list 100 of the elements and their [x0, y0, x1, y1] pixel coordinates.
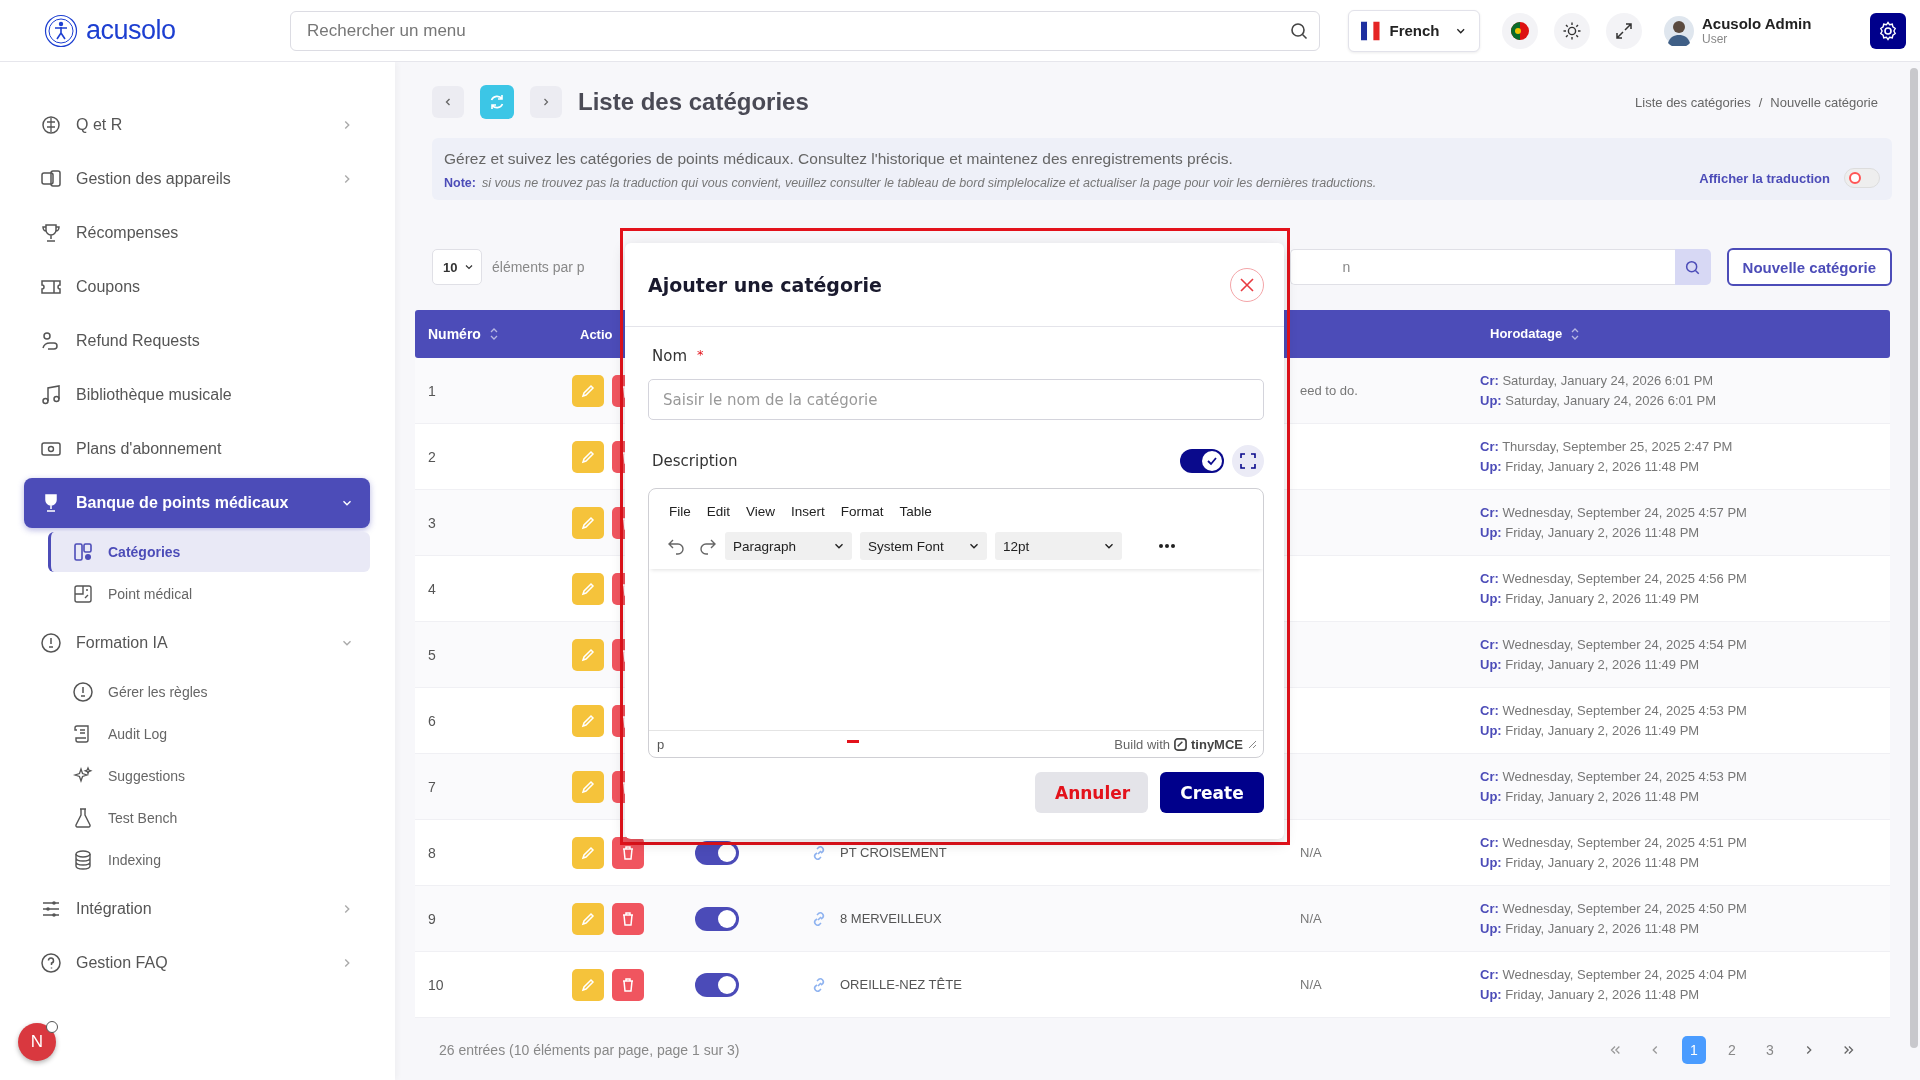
sidebar-subitem[interactable]: Point médical — [48, 574, 370, 614]
fullscreen-button[interactable] — [1232, 445, 1264, 477]
sidebar-subitem[interactable]: Indexing — [48, 840, 370, 880]
category-name: 8 MERVEILLEUX — [840, 911, 942, 926]
status-toggle[interactable] — [695, 972, 739, 997]
trash-icon — [620, 844, 636, 861]
branding-text: Build with — [1114, 736, 1170, 752]
page-title: Liste des catégories — [578, 88, 809, 116]
sidebar-item[interactable]: Coupons — [24, 262, 370, 312]
refresh-icon — [488, 93, 506, 111]
create-button[interactable]: Create — [1160, 772, 1264, 813]
menu-item[interactable]: Table — [891, 499, 940, 523]
table-cell-text: 9 — [427, 910, 437, 927]
edit-button[interactable] — [572, 968, 604, 1001]
edit-button[interactable] — [572, 440, 604, 473]
sort-icon[interactable] — [488, 326, 499, 342]
column-header[interactable]: Numéro — [428, 326, 570, 342]
pencil-icon — [580, 712, 596, 729]
flask-icon — [72, 807, 94, 829]
fullscreen-button[interactable] — [1606, 12, 1642, 49]
status-toggle[interactable] — [695, 906, 739, 931]
sidebar-item[interactable]: Banque de points médicaux — [24, 478, 370, 528]
column-header[interactable]: Horodatage — [1490, 324, 1890, 344]
search-icon — [1685, 259, 1701, 275]
table-cell-text: 2 — [427, 448, 437, 465]
edit-button[interactable] — [572, 572, 604, 605]
trophy-icon — [40, 222, 62, 244]
pencil-icon — [580, 910, 596, 927]
menu-item[interactable]: Format — [832, 499, 892, 523]
sidebar-item[interactable]: Bibliothèque musicale — [24, 370, 370, 420]
pencil-icon — [580, 844, 596, 861]
redo-icon — [699, 537, 717, 555]
menu-item[interactable]: File — [661, 499, 699, 523]
refresh-button[interactable] — [480, 85, 514, 119]
breadcrumb-link[interactable]: Liste des catégories — [1635, 94, 1751, 110]
delete-button[interactable] — [612, 968, 644, 1001]
scrollbar[interactable] — [1910, 68, 1918, 1048]
format-select[interactable]: Paragraph — [725, 532, 852, 560]
sidebar-item[interactable]: Gestion des appareils — [24, 154, 370, 204]
created-timestamp: Cr: Wednesday, September 24, 2025 4:53 PM — [1480, 701, 1748, 720]
sidebar-item[interactable]: Gestion FAQ — [24, 938, 370, 988]
format-select[interactable]: 12pt — [995, 532, 1122, 560]
search-field[interactable]: Rechercher un menu — [290, 10, 1320, 51]
edit-button[interactable] — [572, 836, 604, 869]
search-icon[interactable] — [1290, 21, 1308, 40]
sidebar-item[interactable]: Récompenses — [24, 208, 370, 258]
sidebar-item[interactable]: Formation IA — [24, 618, 370, 668]
theme-button[interactable] — [1554, 12, 1590, 49]
translation-toggle[interactable] — [1844, 168, 1880, 188]
table-cell-text: 10 — [427, 976, 445, 993]
table-cell-text: 6 — [427, 712, 437, 729]
pencil-icon — [580, 646, 596, 663]
sidebar-subitem[interactable]: Suggestions — [48, 756, 370, 796]
menu-item[interactable]: Insert — [783, 499, 833, 523]
sidebar-item[interactable]: Refund Requests — [24, 316, 370, 366]
avatar[interactable] — [1664, 15, 1694, 46]
page-size-select[interactable]: 10 — [432, 249, 482, 285]
language-flag-button[interactable] — [1502, 12, 1538, 49]
sidebar-item[interactable]: Intégration — [24, 884, 370, 934]
edit-button[interactable] — [572, 704, 604, 737]
table-cell: eed to do. — [1300, 383, 1358, 398]
delete-button[interactable] — [612, 902, 644, 935]
dialog-title: Ajouter une catégorie — [648, 273, 883, 296]
close-button[interactable] — [1230, 267, 1264, 302]
sort-icon[interactable] — [1570, 326, 1581, 342]
close-icon — [1239, 276, 1255, 293]
sidebar-subitem[interactable]: Audit Log — [48, 714, 370, 754]
expand-icon — [1615, 21, 1633, 40]
sliders-icon — [40, 898, 62, 920]
language-select[interactable]: French — [1348, 9, 1480, 52]
resize-handle-icon[interactable] — [1247, 739, 1257, 749]
menu-item[interactable]: View — [738, 499, 784, 523]
logo-text: acusolo — [86, 15, 176, 46]
search-button[interactable] — [1674, 249, 1711, 285]
double-chevron-right-icon — [1842, 1043, 1856, 1057]
format-select[interactable]: System Font — [860, 532, 987, 560]
category-name: PT CROISEMENT — [840, 845, 947, 860]
editor-toggle[interactable] — [1180, 449, 1224, 473]
search-field[interactable]: n — [1289, 249, 1675, 285]
sidebar-subitem[interactable]: Catégories — [48, 532, 370, 572]
menu-item[interactable]: Edit — [698, 499, 739, 523]
table-cell-text: 5 — [427, 646, 437, 663]
updated-timestamp: Up: Friday, January 2, 2026 11:48 PM — [1480, 919, 1701, 938]
flag-icon — [1361, 19, 1380, 42]
new-category-button[interactable]: Nouvelle catégorie — [1726, 248, 1892, 286]
rich-text-editor[interactable]: File Edit View Insert Format Table Paragraph System Font 12pt p Build with tinyMCE — [648, 488, 1264, 758]
breadcrumb-link[interactable]: Nouvelle catégorie — [1770, 94, 1878, 110]
sidebar-subitem[interactable]: Gérer les règles — [48, 672, 370, 712]
table-cell: N/A — [1300, 977, 1322, 992]
created-timestamp: Cr: Saturday, January 24, 2026 6:01 PM — [1480, 371, 1715, 390]
sidebar-item[interactable]: Plans d'abonnement — [24, 424, 370, 474]
user-role: User — [1702, 32, 1729, 46]
cancel-button[interactable]: Annuler — [1035, 772, 1148, 813]
updated-timestamp: Up: Friday, January 2, 2026 11:49 PM — [1480, 721, 1701, 740]
name-input[interactable]: Saisir le nom de la catégorie — [648, 379, 1264, 420]
sidebar-subitem[interactable]: Test Bench — [48, 798, 370, 838]
updated-timestamp: Up: Friday, January 2, 2026 11:48 PM — [1480, 457, 1701, 476]
field-label: Description — [652, 452, 738, 470]
sidebar-item[interactable]: Q et R — [24, 100, 370, 150]
settings-button[interactable] — [1870, 12, 1906, 49]
